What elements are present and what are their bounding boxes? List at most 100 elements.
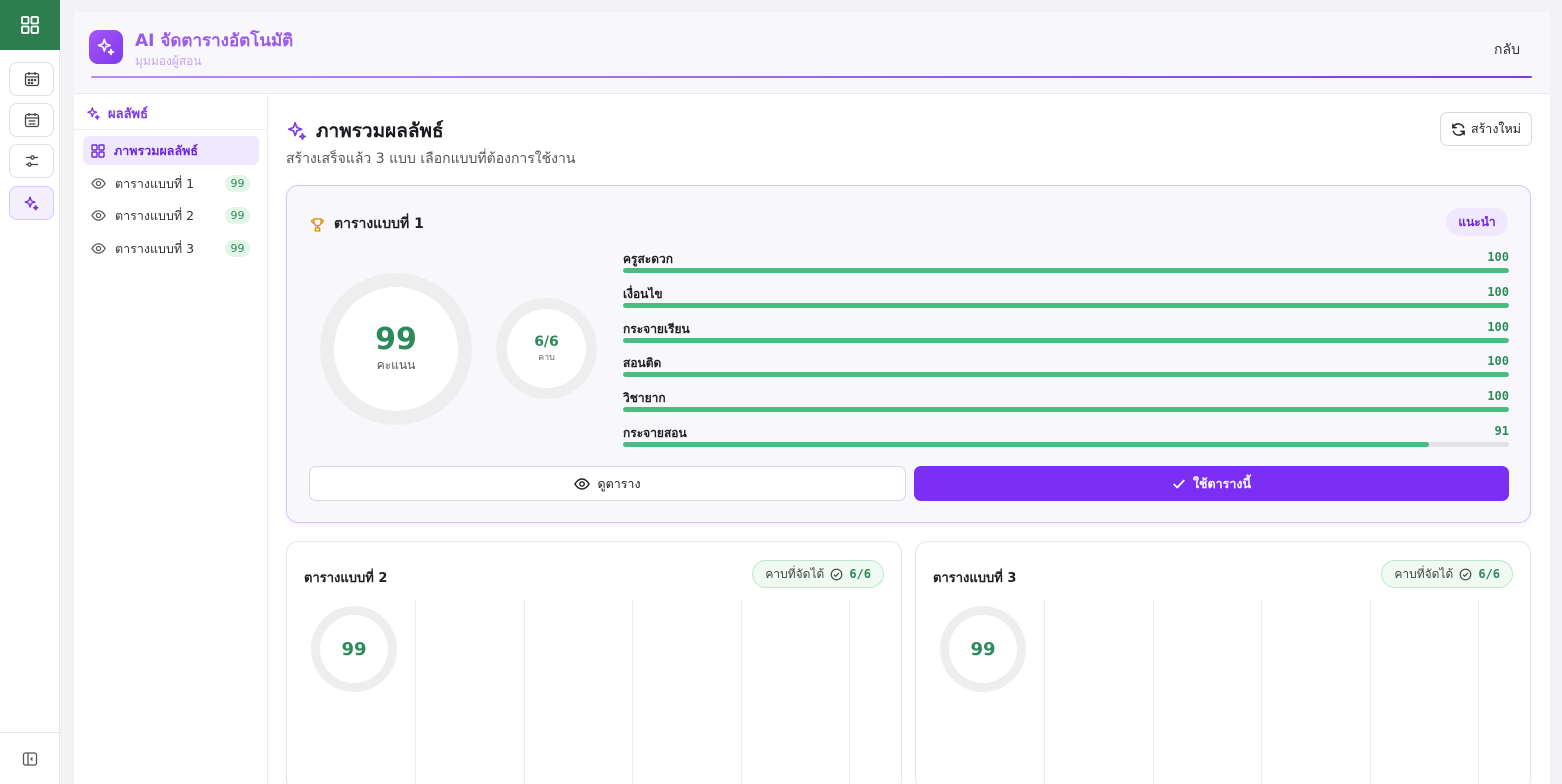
eye-icon [91, 178, 106, 189]
check-circle-icon [1459, 568, 1472, 580]
metric-bar-fill [623, 337, 1509, 343]
score-ring: 99 [940, 606, 1026, 692]
page-header: AI จัดตารางอัตโนมัติ มุมมองผู้สอน กลับ [74, 12, 1550, 94]
eye-icon [91, 243, 106, 254]
metric-row: วิชายาก 100 [623, 387, 1509, 422]
score-value: 99 [320, 615, 388, 683]
card-title-label: ตารางแบบที่ 1 [334, 216, 424, 232]
score-badge: 99 [225, 240, 250, 257]
grid-line [1261, 600, 1262, 784]
metric-bar-fill [623, 302, 1509, 308]
schedule-card-3[interactable]: ตารางแบบที่ 3 คาบที่จัดได้ 6/6 99 [915, 541, 1531, 784]
metric-bar-track [623, 372, 1509, 378]
score-value: 99 [375, 321, 417, 357]
app-subtitle: มุมมองผู้สอน [135, 54, 202, 68]
grid-line [849, 600, 850, 784]
results-sidenav: ผลลัพธ์ ภาพรวมผลลัพธ์ ตารางแบบที่ 1 99 ต… [74, 95, 268, 784]
grid-line [524, 600, 525, 784]
sidenav-item-overview[interactable]: ภาพรวมผลลัพธ์ [83, 136, 259, 165]
score-badge: 99 [225, 207, 250, 224]
back-button[interactable]: กลับ [1494, 39, 1520, 61]
use-schedule-label: ใช้ตารางนี้ [1192, 475, 1252, 491]
main-frame: AI จัดตารางอัตโนมัติ มุมมองผู้สอน กลับ ผ… [74, 12, 1550, 784]
grid-line [1044, 600, 1045, 784]
check-icon [1173, 479, 1185, 488]
periods-ring: 6/6 คาบ [496, 298, 597, 399]
dashboard-icon [91, 143, 105, 158]
schedule-card-2[interactable]: ตารางแบบที่ 2 คาบที่จัดได้ 6/6 99 [286, 541, 902, 784]
collapse-sidebar-button[interactable] [0, 732, 60, 784]
sparkles-icon [87, 107, 100, 120]
periods-pill: คาบที่จัดได้ 6/6 [752, 560, 884, 588]
metric-value: 100 [1487, 354, 1509, 369]
metric-bar-fill [623, 268, 1509, 273]
page-title: ภาพรวมผลลัพธ์ [286, 116, 444, 146]
score-badge: 99 [225, 175, 250, 192]
metric-row: กระจายเรียน 100 [623, 318, 1509, 353]
sidebar-toggle-icon [22, 751, 38, 766]
sparkles-icon [24, 195, 39, 211]
app-title: AI จัดตารางอัตโนมัติ [135, 31, 294, 51]
grid-line [1478, 600, 1479, 784]
regenerate-button[interactable]: สร้างใหม่ [1440, 112, 1532, 146]
sparkles-icon [287, 121, 307, 141]
sidenav-item-schedule-1[interactable]: ตารางแบบที่ 1 99 [83, 169, 259, 198]
refresh-icon [1452, 122, 1465, 136]
pill-value: 6/6 [849, 567, 871, 581]
metric-label: ครูสะดวก [623, 252, 674, 266]
app-logo [89, 30, 123, 64]
left-rail [0, 0, 60, 784]
metric-row: เงื่อนไข 100 [623, 283, 1509, 318]
pill-label: คาบที่จัดได้ [1394, 566, 1454, 581]
score-ring: 99 [311, 606, 397, 692]
header-accent-line [91, 76, 1532, 78]
score-value: 99 [949, 615, 1017, 683]
metric-label: เงื่อนไข [623, 286, 663, 301]
calendar-list-icon [24, 113, 39, 128]
grid-line [415, 600, 416, 784]
score-ring: 99 คะแนน [320, 273, 472, 425]
grid-line [1153, 600, 1154, 784]
metric-row: กระจายสอน 91 [623, 422, 1509, 457]
eye-icon [91, 210, 106, 221]
metric-bar-fill [623, 372, 1509, 378]
periods-value: 6/6 [534, 333, 559, 350]
periods-pill: คาบที่จัดได้ 6/6 [1381, 560, 1513, 588]
rail-schedule-button[interactable] [9, 103, 54, 137]
sidenav-item-label: ตารางแบบที่ 2 [115, 207, 195, 223]
use-schedule-button[interactable]: ใช้ตารางนี้ [914, 466, 1509, 501]
metric-value: 100 [1487, 319, 1509, 334]
sidenav-item-label: ตารางแบบที่ 3 [115, 240, 195, 256]
metric-value: 91 [1494, 423, 1509, 438]
metric-bar-fill [623, 441, 1430, 447]
sidenav-heading: ผลลัพธ์ [86, 103, 148, 124]
app-grid-button[interactable] [0, 0, 60, 50]
view-schedule-label: ดูตาราง [597, 475, 641, 491]
view-schedule-button[interactable]: ดูตาราง [309, 466, 906, 501]
metric-row: ครูสะดวก 100 [623, 248, 1509, 283]
page-subtitle: สร้างเสร็จแล้ว 3 แบบ เลือกแบบที่ต้องการใ… [286, 151, 576, 167]
metric-label: วิชายาก [623, 391, 666, 406]
rail-settings-button[interactable] [9, 144, 54, 178]
results-content: ภาพรวมผลลัพธ์ สร้างเสร็จแล้ว 3 แบบ เลือก… [269, 95, 1550, 784]
regenerate-label: สร้างใหม่ [1470, 121, 1522, 136]
metric-bar-track [623, 268, 1509, 273]
metric-label: กระจายเรียน [623, 321, 690, 336]
sliders-icon [25, 155, 38, 167]
sidenav-item-schedule-3[interactable]: ตารางแบบที่ 3 99 [83, 234, 259, 263]
card-title: ตารางแบบที่ 3 [933, 571, 1017, 586]
recommended-badge: แนะนำ [1446, 208, 1508, 236]
trophy-icon [311, 217, 324, 232]
check-circle-icon [830, 568, 843, 580]
metric-row: สอนติด 100 [623, 352, 1509, 387]
pill-value: 6/6 [1478, 567, 1500, 581]
rail-calendar-button[interactable] [9, 62, 54, 96]
pill-label: คาบที่จัดได้ [765, 566, 825, 581]
sidenav-item-schedule-2[interactable]: ตารางแบบที่ 2 99 [83, 201, 259, 230]
rail-ai-button[interactable] [9, 186, 54, 220]
metric-value: 100 [1487, 389, 1509, 404]
sidenav-item-label: ตารางแบบที่ 1 [115, 175, 195, 191]
metric-value: 100 [1487, 250, 1509, 264]
score-label: คะแนน [376, 357, 416, 372]
metric-label: กระจายสอน [623, 425, 687, 440]
